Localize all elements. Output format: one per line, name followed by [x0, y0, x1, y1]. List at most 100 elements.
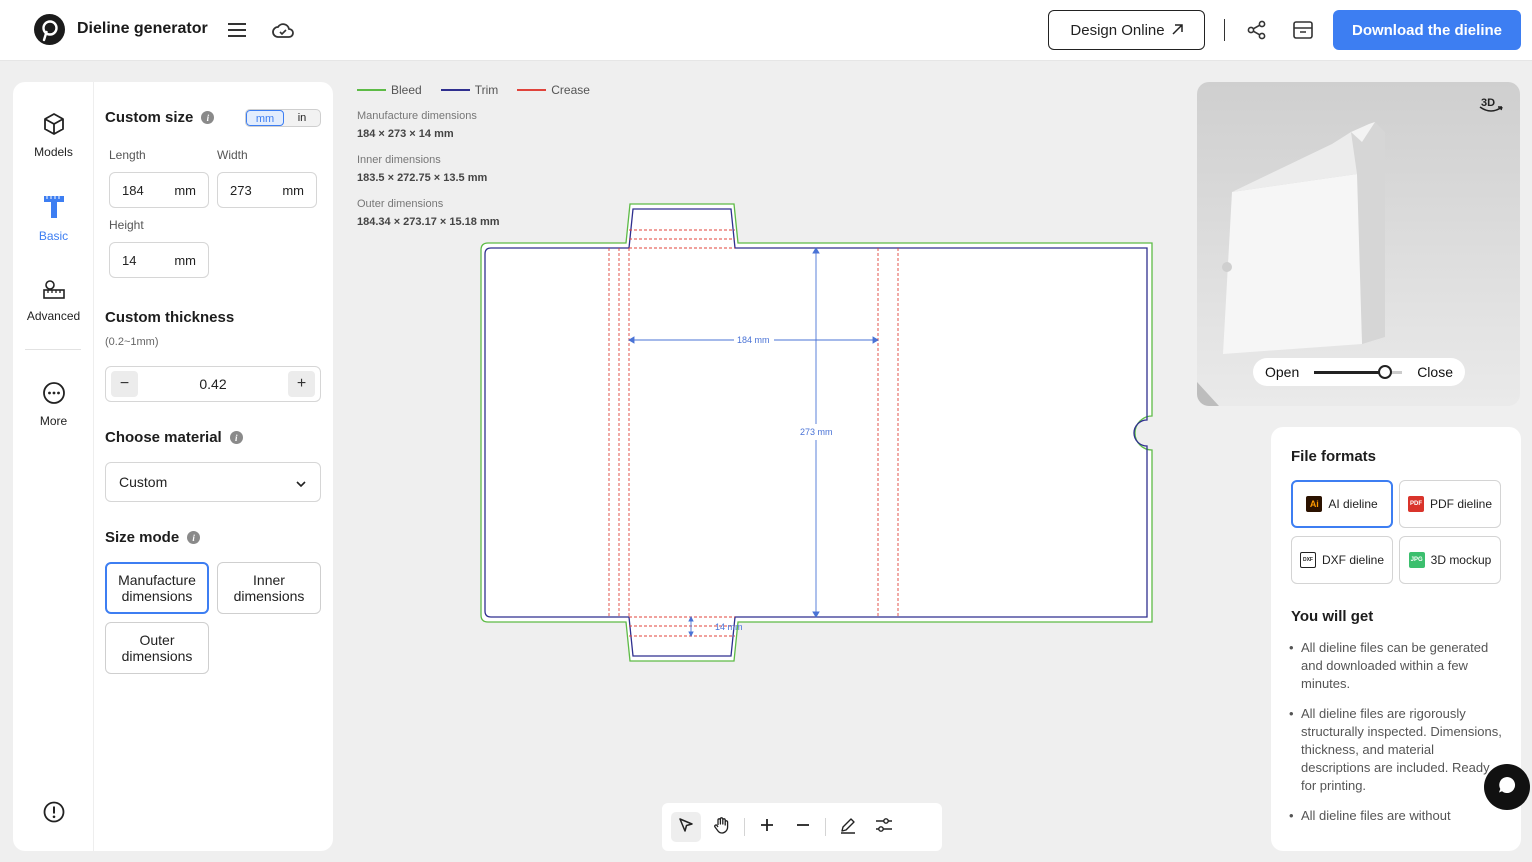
share-icon[interactable] [1246, 19, 1268, 41]
format-ai-label: AI dieline [1328, 497, 1378, 511]
zoom-out-button[interactable] [788, 812, 818, 842]
cube-icon [42, 112, 66, 139]
select-tool-button[interactable] [671, 812, 701, 842]
decrement-button[interactable]: − [111, 371, 138, 397]
unit-mm-option[interactable]: mm [246, 110, 284, 126]
design-online-button[interactable]: Design Online [1048, 10, 1205, 50]
cloud-save-icon[interactable] [271, 18, 295, 42]
open-label: Open [1265, 364, 1300, 380]
material-selected: Custom [119, 474, 168, 490]
legend-crease: Crease [517, 83, 590, 97]
close-label: Close [1417, 364, 1453, 380]
nav-label-advanced: Advanced [26, 309, 81, 323]
outer-dimensions-button[interactable]: Outer dimensions [105, 622, 209, 674]
line-legend: Bleed Trim Crease [357, 83, 590, 97]
format-dxf-dieline[interactable]: DXF DXF dieline [1291, 536, 1393, 584]
legend-bleed-swatch [357, 89, 386, 91]
height-annotation: 14 mm [715, 622, 743, 632]
length-input[interactable]: 184 mm [109, 172, 209, 208]
brand-logo[interactable] [34, 14, 65, 45]
format-dxf-label: DXF dieline [1321, 553, 1385, 567]
increment-button[interactable]: + [288, 371, 315, 397]
size-mode-heading: Size mode i [105, 529, 201, 546]
manufacture-dimensions-value: 184 × 273 × 14 mm [357, 128, 454, 140]
width-annotation: 273 mm [800, 427, 833, 437]
app-title: Dieline generator [77, 20, 208, 37]
length-label: Length [109, 148, 146, 162]
chat-support-button[interactable] [1484, 764, 1530, 810]
edit-tool-button[interactable] [833, 812, 863, 842]
unit-in-option[interactable]: in [284, 110, 320, 126]
format-ai-dieline[interactable]: Ai AI dieline [1291, 480, 1393, 528]
height-input[interactable]: 14 mm [109, 242, 209, 278]
advanced-measure-icon [42, 278, 66, 303]
pencil-icon [839, 816, 857, 839]
benefits-list: All dieline files can be generated and d… [1289, 639, 1503, 837]
info-icon[interactable]: i [229, 431, 243, 444]
nav-item-advanced[interactable]: Advanced [13, 278, 94, 323]
design-online-label: Design Online [1070, 21, 1165, 39]
cursor-arrow-icon [678, 817, 694, 838]
dieline-canvas[interactable]: 184 mm 273 mm 14 mm [470, 195, 1170, 675]
inner-dimensions-label: Inner dimensions [357, 154, 441, 166]
help-alert-icon[interactable] [42, 800, 66, 824]
custom-size-heading: Custom size i [105, 109, 215, 126]
toolbar-separator [825, 818, 826, 836]
inner-dimensions-info: Inner dimensions 183.5 × 272.75 × 13.5 m… [357, 151, 487, 187]
material-select[interactable]: Custom [105, 462, 321, 502]
pan-tool-button[interactable] [707, 812, 737, 842]
format-3d-mockup[interactable]: JPG 3D mockup [1399, 536, 1501, 584]
slider-fill [1314, 370, 1385, 374]
inner-dimensions-value: 183.5 × 272.75 × 13.5 mm [357, 172, 488, 184]
custom-size-title: Custom size [105, 109, 194, 126]
hamburger-menu-icon[interactable] [226, 20, 248, 40]
plus-icon [760, 818, 774, 837]
slider-knob[interactable] [1377, 364, 1392, 379]
legend-crease-swatch [517, 89, 547, 91]
legend-trim: Trim [440, 83, 499, 97]
legend-crease-label: Crease [551, 83, 590, 97]
format-pdf-label: PDF dieline [1429, 497, 1493, 511]
nav-item-models[interactable]: Models [13, 112, 94, 159]
3d-preview-panel[interactable]: 3D Open Close [1197, 82, 1520, 406]
manufacture-dimensions-label: Manufacture dimensions [357, 110, 477, 122]
height-label: Height [109, 218, 144, 232]
ruler-icon [42, 194, 66, 223]
width-input[interactable]: 273 mm [217, 172, 317, 208]
thickness-value: 0.42 [199, 376, 227, 392]
legend-trim-swatch [440, 89, 470, 91]
nav-item-more[interactable]: More [13, 381, 94, 428]
download-dieline-button[interactable]: Download the dieline [1333, 10, 1521, 50]
width-label: Width [217, 148, 248, 162]
adjust-settings-button[interactable] [869, 812, 899, 842]
thickness-stepper[interactable]: − 0.42 + [105, 366, 321, 402]
nav-label-models: Models [34, 145, 73, 159]
info-icon[interactable]: i [187, 531, 201, 544]
unit-toggle[interactable]: mm in [245, 109, 321, 127]
hand-icon [713, 816, 731, 839]
you-will-get-title: You will get [1291, 608, 1374, 625]
format-pdf-dieline[interactable]: PDF PDF dieline [1399, 480, 1501, 528]
width-value: 273 [230, 182, 252, 198]
nav-item-basic[interactable]: Basic [13, 194, 94, 243]
length-value: 184 [122, 182, 144, 198]
toolbar-separator [744, 818, 745, 836]
custom-thickness-title: Custom thickness [105, 309, 235, 326]
benefit-item: All dieline files are rigorously structu… [1289, 705, 1503, 795]
inner-dimensions-button[interactable]: Inner dimensions [217, 562, 321, 614]
archive-box-icon[interactable] [1291, 19, 1315, 41]
legend-trim-label: Trim [474, 83, 499, 97]
zoom-in-button[interactable] [752, 812, 782, 842]
legend-bleed-label: Bleed [391, 83, 422, 97]
nav-label-basic: Basic [38, 229, 69, 243]
open-close-slider[interactable] [1314, 364, 1403, 379]
chevron-down-icon [296, 474, 306, 490]
legend-bleed: Bleed [357, 83, 422, 97]
info-icon[interactable]: i [201, 111, 215, 124]
ai-file-icon: Ai [1306, 496, 1323, 512]
width-unit: mm [282, 182, 304, 198]
manufacture-dimensions-button[interactable]: Manufacture dimensions [105, 562, 209, 614]
more-dots-icon [42, 381, 66, 408]
minus-icon [796, 818, 810, 837]
canvas-toolbar [662, 803, 942, 851]
